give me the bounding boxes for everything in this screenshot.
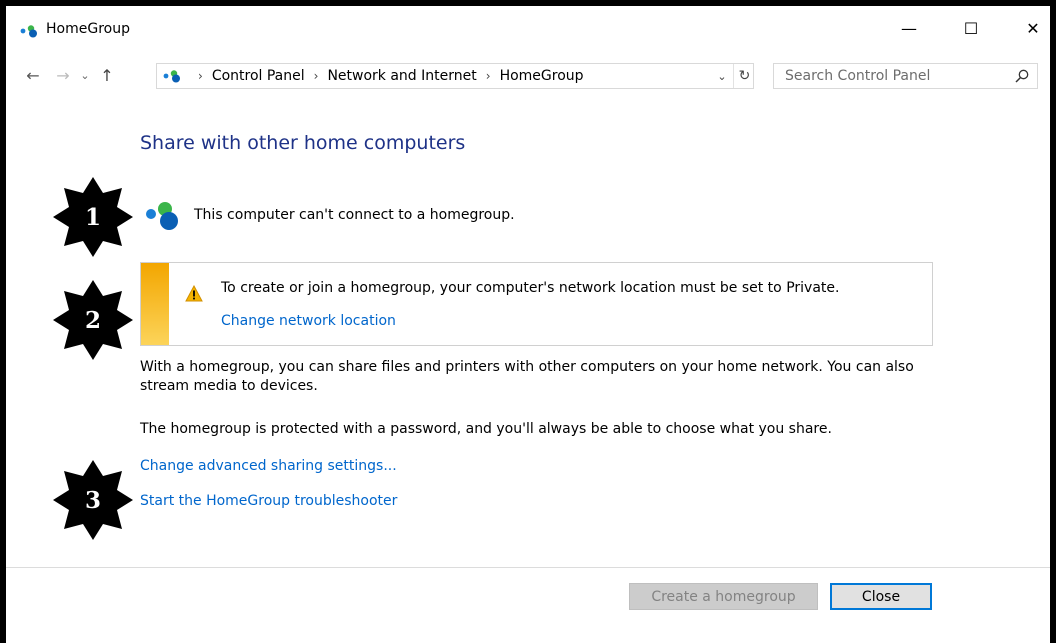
annotation-number: 1	[84, 203, 101, 231]
recent-locations-button[interactable]: ⌄	[74, 64, 96, 86]
advanced-sharing-settings-link[interactable]: Change advanced sharing settings...	[140, 458, 397, 474]
password-description: The homegroup is protected with a passwo…	[140, 421, 832, 437]
warning-message: To create or join a homegroup, your comp…	[221, 280, 840, 296]
search-icon[interactable]	[1015, 69, 1029, 83]
up-button[interactable]: ↑	[96, 64, 118, 86]
search-input[interactable]: Search Control Panel	[773, 63, 1038, 89]
window-title: HomeGroup	[46, 21, 130, 37]
warning-stripe	[141, 263, 169, 345]
homegroup-window: HomeGroup — ☐ ✕ ← → ⌄ ↑ › Control Panel …	[6, 6, 1050, 643]
breadcrumb-separator[interactable]: ›	[314, 69, 319, 83]
page-title: Share with other home computers	[140, 132, 466, 154]
create-homegroup-button[interactable]: Create a homegroup	[629, 583, 818, 610]
homegroup-icon	[20, 25, 37, 38]
breadcrumb-separator[interactable]: ›	[486, 69, 491, 83]
address-bar[interactable]: › Control Panel › Network and Internet ›…	[156, 63, 754, 89]
status-message: This computer can't connect to a homegro…	[194, 207, 515, 223]
maximize-button[interactable]: ☐	[948, 6, 994, 50]
breadcrumb: › Control Panel › Network and Internet ›…	[189, 64, 584, 88]
warning-panel: To create or join a homegroup, your comp…	[140, 262, 933, 346]
annotation-number: 3	[84, 486, 101, 514]
search-placeholder: Search Control Panel	[785, 68, 931, 84]
close-window-button[interactable]: ✕	[1010, 6, 1056, 50]
minimize-button[interactable]: —	[886, 6, 932, 50]
annotation-badge-1: 1	[53, 177, 133, 257]
control-panel-icon	[163, 70, 180, 83]
footer-divider	[6, 567, 1050, 568]
forward-button[interactable]: →	[52, 64, 74, 86]
breadcrumb-separator[interactable]: ›	[198, 69, 203, 83]
annotation-number: 2	[84, 306, 101, 334]
address-dropdown-button[interactable]: ⌄	[712, 64, 732, 88]
close-button[interactable]: Close	[830, 583, 932, 610]
back-button[interactable]: ←	[22, 64, 44, 86]
title-bar: HomeGroup — ☐ ✕	[6, 6, 1050, 50]
homegroup-description: With a homegroup, you can share files an…	[140, 359, 914, 394]
breadcrumb-network-and-internet[interactable]: Network and Internet	[327, 68, 476, 84]
breadcrumb-homegroup[interactable]: HomeGroup	[500, 68, 584, 84]
homegroup-status-icon	[146, 202, 178, 230]
homegroup-troubleshooter-link[interactable]: Start the HomeGroup troubleshooter	[140, 493, 397, 509]
change-network-location-link[interactable]: Change network location	[221, 313, 396, 329]
annotation-badge-2: 2	[53, 280, 133, 360]
warning-icon	[185, 285, 203, 302]
annotation-badge-3: 3	[53, 460, 133, 540]
breadcrumb-control-panel[interactable]: Control Panel	[212, 68, 305, 84]
refresh-button[interactable]: ↻	[733, 64, 755, 88]
